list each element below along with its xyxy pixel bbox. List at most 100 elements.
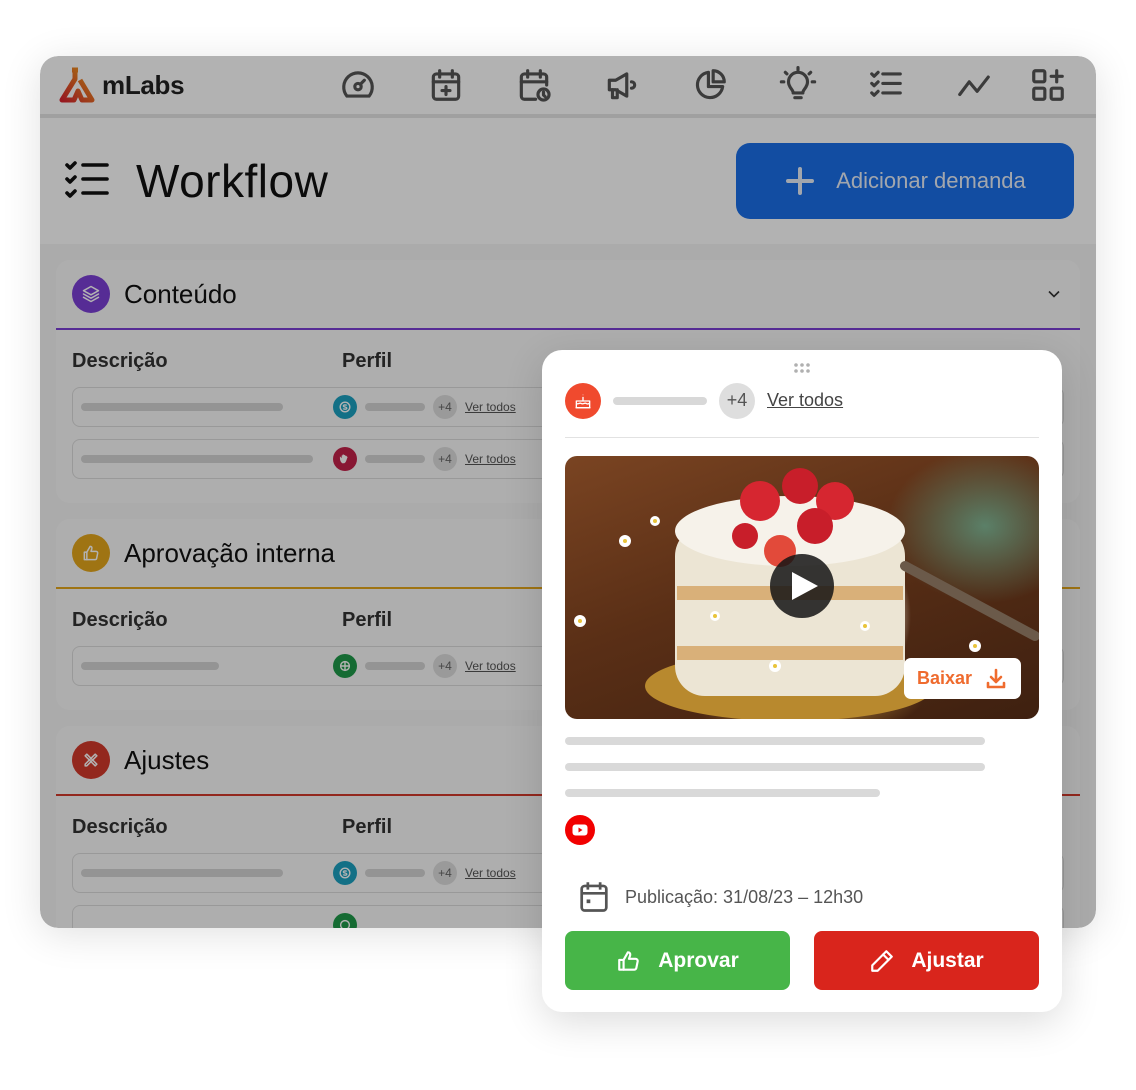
flower-icon: [339, 919, 351, 928]
more-profiles-badge: +4: [719, 382, 755, 419]
collapse-toggle[interactable]: [1044, 284, 1064, 304]
nav-more-apps[interactable]: [1018, 60, 1078, 110]
publication-text: Publicação: 31/08/23 – 12h30: [625, 886, 864, 907]
section-title: Aprovação interna: [124, 537, 336, 568]
view-all-link[interactable]: Ver todos: [465, 400, 516, 414]
youtube-network-badge: [565, 815, 595, 845]
youtube-icon: [572, 824, 588, 836]
section-icon: [72, 741, 110, 779]
card-actions: Aprovar Ajustar: [565, 931, 1039, 990]
section-icon: [72, 534, 110, 572]
nav-calendar-schedule[interactable]: [490, 60, 578, 110]
section-title: Ajustes: [124, 744, 210, 775]
view-all-link[interactable]: Ver todos: [465, 659, 516, 673]
profile-name-placeholder: [365, 455, 425, 463]
dashboard-gauge-icon: [342, 71, 374, 98]
description-placeholder: [81, 455, 313, 463]
section-header[interactable]: Conteúdo: [56, 260, 1080, 330]
apps-grid-add-icon: [1032, 69, 1064, 101]
add-demand-label: Adicionar demanda: [836, 168, 1026, 193]
column-header-description: Descrição: [72, 816, 168, 838]
drag-handle[interactable]: [565, 350, 1039, 376]
download-button[interactable]: Baixar: [904, 658, 1021, 699]
profile-name-placeholder: [365, 662, 425, 670]
nav-calendar-add[interactable]: [402, 60, 490, 110]
plus-icon: [786, 167, 815, 195]
mlabs-logo[interactable]: mLabs: [58, 67, 185, 103]
more-profiles-badge: +4: [433, 861, 457, 885]
pencil-icon: [871, 949, 894, 972]
column-header-profile: Perfil: [342, 350, 393, 372]
view-all-link[interactable]: Ver todos: [465, 452, 516, 466]
flower-icon: [339, 660, 351, 672]
profile-avatar: [565, 382, 601, 419]
caption-line: [565, 789, 880, 797]
more-profiles-badge: +4: [433, 654, 457, 678]
profile-avatar: [333, 913, 357, 928]
description-placeholder: [81, 403, 283, 411]
column-header-profile: Perfil: [342, 609, 393, 631]
page-header: Workflow Adicionar demanda: [40, 118, 1096, 244]
caption-line: [565, 737, 985, 745]
caption-line: [565, 763, 985, 771]
adjust-label: Ajustar: [911, 948, 984, 972]
more-profiles-badge: +4: [433, 447, 457, 471]
nav-workflow[interactable]: [842, 60, 930, 110]
play-button[interactable]: [770, 554, 834, 618]
megaphone-icon: [607, 72, 637, 100]
thumbs-up-icon: [618, 950, 639, 971]
section-title: Conteúdo: [124, 278, 237, 309]
approval-card: +4 Ver todos Baixar Publicação: 31/08/23…: [542, 350, 1062, 1012]
video-preview[interactable]: Baixar: [565, 456, 1039, 719]
calendar-add-icon: [431, 69, 461, 101]
column-header-description: Descrição: [72, 350, 168, 372]
cake-icon: [575, 394, 591, 408]
skype-icon: [339, 867, 351, 879]
profile-name-placeholder: [613, 396, 707, 405]
profile-avatar: [333, 861, 357, 885]
chevron-down-icon: [1048, 290, 1060, 298]
section-icon: [72, 275, 110, 313]
profile-avatar: [333, 395, 357, 419]
checklist-icon: [870, 70, 902, 97]
main-nav: [314, 60, 1078, 110]
add-demand-button[interactable]: Adicionar demanda: [736, 143, 1074, 219]
page-title: Workflow: [136, 155, 329, 207]
skype-icon: [339, 401, 351, 413]
publication-date: Publicação: 31/08/23 – 12h30: [565, 881, 1039, 913]
line-chart-icon: [958, 75, 990, 97]
card-profile-row: +4 Ver todos: [565, 376, 1039, 438]
view-all-link[interactable]: Ver todos: [767, 390, 843, 411]
nav-ideas[interactable]: [754, 60, 842, 110]
play-icon: [791, 572, 818, 600]
description-placeholder: [81, 662, 219, 670]
pie-chart-icon: [695, 69, 726, 100]
checklist-icon: [65, 161, 109, 198]
nav-campaigns[interactable]: [578, 60, 666, 110]
tools-icon: [84, 753, 98, 767]
top-navbar: mLabs: [40, 56, 1096, 118]
adjust-button[interactable]: Ajustar: [814, 931, 1039, 990]
description-placeholder: [81, 869, 283, 877]
download-label: Baixar: [916, 668, 973, 688]
lightbulb-icon: [779, 66, 817, 100]
nav-analytics[interactable]: [930, 60, 1018, 110]
nav-dashboard[interactable]: [314, 60, 402, 110]
calendar-icon: [580, 882, 608, 912]
hand-icon: [339, 454, 348, 464]
profile-name-placeholder: [365, 869, 425, 877]
calendar-clock-icon: [519, 69, 551, 102]
profile-avatar: [333, 447, 357, 471]
nav-reports[interactable]: [666, 60, 754, 110]
approve-label: Aprovar: [658, 948, 739, 972]
logo-text: mLabs: [102, 69, 185, 100]
thumbs-up-icon: [83, 545, 99, 561]
profile-name-placeholder: [365, 403, 425, 411]
drag-dots-icon: [794, 363, 810, 373]
approve-button[interactable]: Aprovar: [565, 931, 790, 990]
profile-avatar: [333, 654, 357, 678]
caption-placeholder: [565, 737, 1039, 797]
layers-icon: [82, 285, 100, 303]
view-all-link[interactable]: Ver todos: [465, 866, 516, 880]
mlabs-logo-icon: [59, 67, 95, 103]
